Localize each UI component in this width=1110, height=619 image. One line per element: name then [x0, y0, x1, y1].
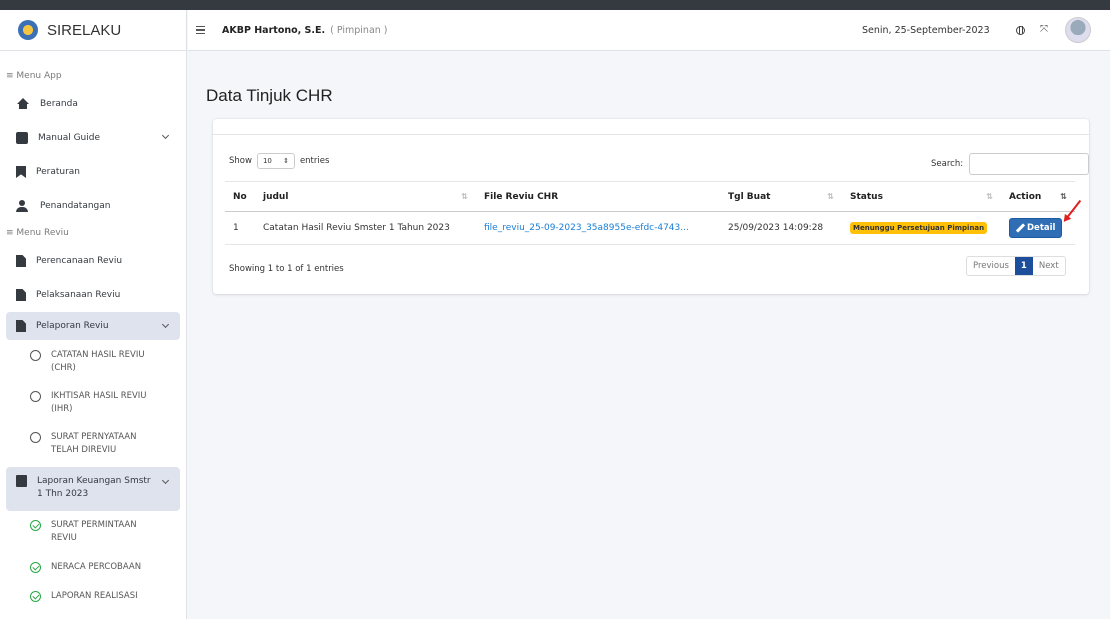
sidebar-item-laporan-keuangan[interactable]: Laporan Keuangan Smstr 1 Thn 2023 [6, 467, 180, 511]
section-menu-reviu: ≡ Menu Reviu [6, 228, 69, 238]
cell-judul: Catatan Hasil Reviu Smster 1 Tahun 2023 [255, 211, 476, 245]
entries-select[interactable]: 10 ⇕ [256, 153, 295, 169]
sidebar-item-beranda[interactable]: Beranda [0, 87, 186, 121]
pencil-icon [1016, 224, 1024, 232]
sidebar-subitem-chr[interactable]: CATATAN HASIL REVIU (CHR) [0, 340, 186, 381]
sidebar-subitem-neraca[interactable]: NERACA PERCOBAAN [0, 551, 186, 580]
sort-toggle-icon: ⇕ [283, 157, 289, 165]
sidebar: SIRELAKU ≡ Menu App Beranda Manual Guide… [0, 10, 187, 619]
column-header-no[interactable]: No [225, 181, 255, 212]
user-name: AKBP Hartono, S.E. [222, 24, 326, 36]
file-icon [16, 255, 26, 267]
current-date: Senin, 25-September-2023 [862, 24, 990, 36]
file-icon [16, 475, 27, 487]
cell-file: file_reviu_25-09-2023_35a8955e-efdc-4743… [476, 211, 720, 245]
sidebar-subitem-surat-permintaan[interactable]: SURAT PERMINTAAN REVIU [0, 511, 186, 551]
sidebar-item-manual-guide[interactable]: Manual Guide [0, 121, 186, 155]
table-header-row: No judul ⇅ File Reviu CHR Tgl Buat ⇅ Statu… [225, 181, 1075, 212]
book-icon [16, 132, 28, 144]
cell-tgl: 25/09/2023 14:09:28 [720, 211, 842, 245]
check-circle-icon [30, 562, 41, 573]
data-card: Show 10 ⇕ entries Search: No judul ⇅ File … [213, 119, 1090, 294]
top-bar [0, 0, 1110, 10]
home-icon [16, 98, 30, 110]
chevron-down-icon [161, 476, 170, 485]
sort-icon: ⇅ [827, 192, 834, 201]
column-header-status[interactable]: Status ⇅ [842, 181, 1001, 212]
chevron-down-icon [161, 320, 170, 329]
entries-length-control: Show 10 ⇕ entries [229, 153, 329, 169]
header: AKBP Hartono, S.E. ( Pimpinan ) Senin, 2… [188, 10, 1110, 51]
sidebar-subitem-surat-pernyataan[interactable]: SURAT PERNYATAAN TELAH DIREVIU [0, 422, 186, 463]
sort-icon: ⇅ [1060, 192, 1067, 201]
next-button[interactable]: Next [1033, 257, 1065, 275]
check-circle-icon [30, 520, 41, 531]
brand[interactable]: SIRELAKU [0, 10, 186, 51]
pagination: Previous 1 Next [966, 256, 1066, 276]
cell-status: Menunggu Persetujuan Pimpinan [842, 211, 1001, 245]
circle-icon [30, 350, 41, 361]
logo-icon [18, 20, 38, 40]
search-control: Search: [931, 153, 1090, 175]
page-title: Data Tinjuk CHR [206, 86, 333, 105]
detail-button[interactable]: Detail [1009, 218, 1063, 238]
user-role: ( Pimpinan ) [330, 24, 388, 36]
table-row: 1 Catatan Hasil Reviu Smster 1 Tahun 202… [225, 211, 1075, 245]
column-header-judul[interactable]: judul ⇅ [255, 181, 476, 212]
file-icon [16, 320, 26, 332]
user-icon [16, 200, 30, 212]
search-input[interactable] [969, 153, 1090, 175]
chevron-down-icon [161, 131, 170, 140]
sidebar-item-perencanaan[interactable]: Perencanaan Reviu [0, 244, 186, 278]
sidebar-item-pelaporan[interactable]: Pelaporan Reviu [6, 312, 180, 340]
data-table: No judul ⇅ File Reviu CHR Tgl Buat ⇅ Statu… [225, 181, 1075, 245]
avatar[interactable] [1065, 17, 1091, 43]
status-badge: Menunggu Persetujuan Pimpinan [850, 222, 988, 234]
previous-button[interactable]: Previous [967, 257, 1015, 275]
circle-icon [30, 432, 41, 443]
circle-icon [30, 391, 41, 402]
sidebar-item-pelaksanaan[interactable]: Pelaksanaan Reviu [0, 278, 186, 312]
sort-icon: ⇅ [986, 192, 993, 201]
file-icon [16, 289, 26, 301]
hamburger-menu-icon[interactable] [196, 26, 205, 34]
column-header-file[interactable]: File Reviu CHR [476, 181, 720, 212]
check-circle-icon [30, 591, 41, 602]
bookmark-icon [16, 166, 26, 178]
fullscreen-icon[interactable]: ⤧ [1040, 24, 1048, 35]
section-menu-app: ≡ Menu App [6, 71, 62, 81]
file-link[interactable]: file_reviu_25-09-2023_35a8955e-efdc-4743… [484, 223, 689, 233]
cell-no: 1 [225, 211, 255, 245]
sidebar-item-penandatangan[interactable]: Penandatangan [0, 189, 186, 223]
column-header-action[interactable]: Action ⇅ [1001, 181, 1075, 212]
table-info: Showing 1 to 1 of 1 entries [229, 264, 344, 274]
column-header-tgl[interactable]: Tgl Buat ⇅ [720, 181, 842, 212]
page-1-button[interactable]: 1 [1014, 257, 1033, 275]
sort-icon: ⇅ [461, 192, 468, 201]
sidebar-item-peraturan[interactable]: Peraturan [0, 155, 186, 189]
card-header [213, 119, 1089, 135]
sidebar-subitem-laporan-realisasi[interactable]: LAPORAN REALISASI [0, 580, 186, 609]
globe-icon[interactable] [1016, 26, 1025, 35]
brand-name: SIRELAKU [47, 21, 122, 39]
sidebar-subitem-ihr[interactable]: IKHTISAR HASIL REVIU (IHR) [0, 381, 186, 422]
